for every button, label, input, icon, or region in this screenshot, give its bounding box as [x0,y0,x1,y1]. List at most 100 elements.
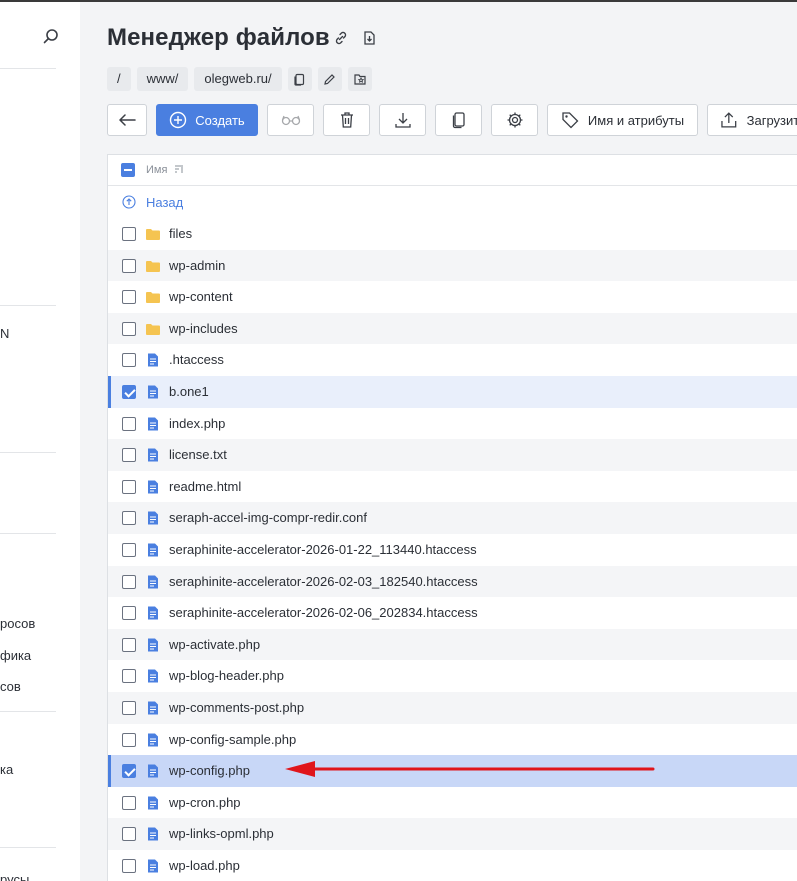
table-row[interactable]: index.php [108,408,797,440]
row-checkbox[interactable] [122,637,136,652]
table-row[interactable]: readme.html [108,471,797,503]
search-icon[interactable] [42,28,60,46]
sidebar-item-partial[interactable]: сов [0,679,21,694]
copy-path-button[interactable] [287,67,312,91]
edit-path-button[interactable] [317,67,342,91]
delete-button[interactable] [323,104,370,136]
table-row[interactable]: seraph-accel-img-compr-redir.conf [108,502,797,534]
row-checkbox[interactable] [122,669,136,684]
breadcrumb-domain[interactable]: olegweb.ru/ [194,67,282,91]
bookmark-path-button[interactable] [347,67,372,91]
file-icon [148,543,158,557]
table-row[interactable]: seraphinite-accelerator-2026-01-22_11344… [108,534,797,566]
row-checkbox[interactable] [122,795,136,810]
create-button-label: Создать [195,112,245,128]
gear-icon [507,112,522,128]
file-icon [148,353,158,367]
file-name: files [169,226,193,241]
sidebar: N росов фика сов ка русы [0,2,80,881]
sidebar-divider [0,847,56,848]
file-name: wp-load.php [169,858,240,873]
row-checkbox[interactable] [122,859,136,873]
sidebar-item-partial[interactable]: N [0,326,9,341]
file-name: wp-links-opml.php [169,826,274,842]
row-checkbox[interactable] [122,606,136,621]
file-name: index.php [169,415,226,431]
breadcrumb-root[interactable]: / [107,67,131,91]
folder-icon [146,292,160,304]
table-row[interactable]: wp-comments-post.php [108,692,797,724]
upload-label: Загрузить [746,112,797,128]
settings-button[interactable] [491,104,538,136]
edit-icon [324,73,335,85]
sort-icon [174,165,182,173]
row-checkbox[interactable] [122,448,136,463]
table-row[interactable]: license.txt [108,439,797,471]
table-row[interactable]: seraphinite-accelerator-2026-02-06_20283… [108,597,797,629]
sidebar-item-partial[interactable]: ка [0,762,13,777]
download-button[interactable] [379,104,426,136]
row-checkbox[interactable] [122,258,136,273]
column-name-header[interactable]: Имя [146,164,184,176]
table-row[interactable]: wp-blog-header.php [108,660,797,692]
row-checkbox[interactable] [122,543,136,557]
sidebar-item-partial[interactable]: русы [0,872,29,881]
sidebar-divider [0,533,56,534]
create-button[interactable]: Создать [156,104,258,136]
table-row[interactable]: wp-load.php [108,850,797,881]
copy-button[interactable] [435,104,482,136]
row-checkbox[interactable] [122,290,136,305]
trash-icon [340,112,353,128]
row-checkbox[interactable] [122,827,136,842]
table-row[interactable]: wp-admin [108,249,797,282]
link-icon[interactable] [333,30,349,46]
back-row[interactable]: Назад [108,187,797,219]
back-button[interactable] [107,104,147,136]
row-checkbox[interactable] [122,321,136,336]
folder-icon [146,323,160,335]
table-row[interactable]: seraphinite-accelerator-2026-02-03_18254… [108,565,797,598]
row-checkbox[interactable] [122,353,136,368]
upload-button[interactable]: Загрузить [707,104,797,136]
table-row[interactable]: b.one1 [108,376,797,408]
name-attributes-button[interactable]: Имя и атрибуты [547,104,698,136]
folder-icon [146,260,160,272]
file-name: wp-config-sample.php [169,731,297,747]
table-row[interactable]: wp-links-opml.php [108,818,797,850]
file-name: .htaccess [169,352,224,368]
sidebar-item-partial[interactable]: фика [0,648,31,663]
row-checkbox[interactable] [122,574,136,589]
bookmark-icon [354,74,366,85]
file-icon [148,448,158,462]
file-name: b.one1 [169,384,209,399]
table-row[interactable]: files [108,218,797,250]
row-checkbox[interactable] [122,764,136,779]
download-icon [394,113,411,128]
row-checkbox[interactable] [122,416,136,431]
sidebar-item-partial[interactable]: росов [0,616,35,631]
download-icon[interactable] [361,30,377,46]
row-checkbox[interactable] [122,227,136,241]
table-row[interactable]: .htaccess [108,344,797,376]
row-checkbox[interactable] [122,511,136,526]
tag-icon [562,112,579,129]
file-name: wp-content [169,289,233,305]
table-row[interactable]: wp-cron.php [108,787,797,819]
row-checkbox[interactable] [122,701,136,715]
file-icon [148,859,158,873]
select-all-checkbox[interactable] [121,163,135,177]
view-button[interactable] [267,104,314,136]
row-checkbox[interactable] [122,479,136,494]
table-row[interactable]: wp-content [108,281,797,313]
row-checkbox[interactable] [122,732,136,747]
row-checkbox[interactable] [122,385,136,399]
table-row[interactable]: wp-activate.php [108,628,797,661]
column-name-label: Имя [146,164,168,176]
file-name: wp-config.php [169,763,250,779]
upload-icon [721,112,737,128]
copy-icon [452,112,465,129]
file-icon [148,733,158,747]
table-row[interactable]: wp-config-sample.php [108,724,797,756]
breadcrumb-www[interactable]: www/ [136,67,189,91]
table-row[interactable]: wp-includes [108,312,797,345]
